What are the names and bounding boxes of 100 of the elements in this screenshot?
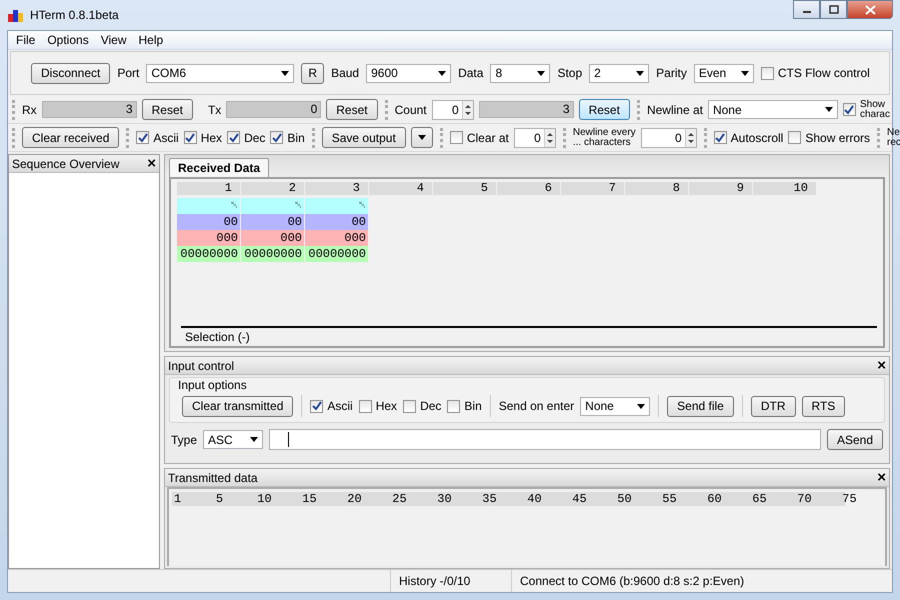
check-icon bbox=[272, 132, 282, 142]
close-icon bbox=[864, 4, 876, 14]
type-dropdown[interactable]: ASC bbox=[203, 430, 264, 449]
rts-button[interactable]: RTS bbox=[802, 396, 846, 416]
checkbox[interactable]: Bin bbox=[447, 399, 482, 413]
reset-button[interactable]: Reset bbox=[578, 99, 630, 120]
count-counter: 3 bbox=[478, 101, 574, 118]
caret-icon bbox=[281, 70, 290, 76]
checkbox[interactable]: Hex bbox=[184, 130, 222, 144]
window-title: HTerm 0.8.1beta bbox=[30, 8, 119, 22]
menu-item[interactable]: Options bbox=[41, 33, 95, 47]
count-label: Count bbox=[394, 102, 427, 116]
data-bits-label: Data bbox=[458, 66, 484, 80]
checkbox[interactable]: Dec bbox=[227, 130, 266, 144]
checkbox[interactable]: Bin bbox=[270, 130, 305, 144]
ruler-mark: 5 bbox=[214, 492, 224, 506]
data-cell: 00000000 bbox=[177, 246, 240, 262]
data-cell: 00 bbox=[305, 214, 368, 230]
data-cell: 00000000 bbox=[241, 246, 304, 262]
baud-dropdown[interactable]: 9600 bbox=[366, 64, 452, 82]
caret-icon bbox=[250, 437, 258, 442]
checkbox[interactable]: Dec bbox=[403, 399, 442, 413]
port-dropdown[interactable]: COM6 bbox=[146, 64, 294, 82]
clear-at-spinbox[interactable]: 0 bbox=[514, 128, 556, 148]
caret-icon bbox=[824, 107, 833, 112]
close-button[interactable]: × bbox=[877, 358, 886, 373]
disconnect-button[interactable]: Disconnect bbox=[31, 62, 110, 84]
panel-title: Transmitted data bbox=[168, 470, 258, 484]
check-icon bbox=[138, 132, 148, 142]
checkbox[interactable]: Clear at bbox=[450, 130, 509, 144]
type-label: Type bbox=[171, 432, 198, 446]
checkbox[interactable]: Hex bbox=[358, 399, 398, 413]
menu-item[interactable]: Help bbox=[132, 33, 170, 47]
column-header: 6 bbox=[497, 182, 560, 195]
column-header: 9 bbox=[689, 182, 752, 195]
save-output-button[interactable]: Save output bbox=[322, 127, 406, 148]
status-text: History -/0/10 bbox=[390, 570, 511, 592]
reset-button[interactable]: Reset bbox=[326, 99, 378, 120]
dtr-button[interactable]: DTR bbox=[750, 396, 796, 416]
ruler-mark: 60 bbox=[706, 492, 723, 506]
caret-icon bbox=[537, 70, 546, 76]
maximize-button[interactable] bbox=[820, 0, 847, 19]
ruler-mark: 10 bbox=[256, 492, 273, 506]
caret-icon bbox=[740, 70, 749, 76]
minimize-button[interactable] bbox=[793, 0, 820, 19]
checkbox[interactable]: Ascii bbox=[310, 399, 353, 413]
ruler-mark: 40 bbox=[526, 492, 543, 506]
data-cell: 00 bbox=[241, 214, 304, 230]
menu-item[interactable]: File bbox=[10, 33, 42, 47]
checkbox[interactable]: Show errors bbox=[788, 130, 870, 144]
newline-every-label: Newline every ... characters bbox=[572, 128, 636, 148]
caret-icon bbox=[636, 70, 644, 76]
ruler-mark: 25 bbox=[391, 492, 408, 506]
selection-label: Selection (-) bbox=[181, 326, 877, 346]
rx-label: Rx bbox=[22, 102, 37, 116]
status-text: Connect to COM6 (b:9600 d:8 s:2 p:Even) bbox=[511, 570, 752, 592]
stop-bits-dropdown[interactable]: 2 bbox=[589, 64, 650, 82]
checkbox[interactable]: Autoscroll bbox=[714, 130, 784, 144]
ruler-mark: 75 bbox=[841, 492, 858, 506]
reset-button[interactable]: Reset bbox=[142, 99, 193, 120]
column-header: 8 bbox=[625, 182, 688, 195]
data-cell: 00 bbox=[177, 214, 240, 230]
check-icon bbox=[228, 132, 239, 142]
newline-every-spinbox[interactable]: 0 bbox=[640, 128, 697, 148]
menu-item[interactable]: View bbox=[94, 33, 132, 47]
ruler-mark: 50 bbox=[616, 492, 633, 506]
refresh-button[interactable]: R bbox=[301, 62, 324, 84]
panel-title: Sequence Overview bbox=[12, 156, 120, 170]
count-spinbox[interactable]: 0 bbox=[432, 100, 474, 120]
newline-dropdown[interactable]: None bbox=[708, 100, 838, 119]
ruler-mark: 20 bbox=[346, 492, 363, 506]
send-input-field[interactable] bbox=[269, 429, 821, 450]
column-header: 3 bbox=[305, 182, 368, 195]
close-button[interactable]: × bbox=[877, 470, 886, 485]
parity-dropdown[interactable]: Even bbox=[694, 64, 754, 82]
send-button[interactable]: ASend bbox=[826, 429, 883, 450]
checkbox[interactable]: Ascii bbox=[136, 130, 179, 144]
data-bits-dropdown[interactable]: 8 bbox=[490, 64, 550, 82]
tx-label: Tx bbox=[208, 102, 222, 116]
column-header: 4 bbox=[369, 182, 432, 195]
port-label: Port bbox=[117, 66, 140, 80]
column-header: 5 bbox=[433, 182, 496, 195]
ruler-mark: 70 bbox=[796, 492, 813, 506]
tab[interactable]: Received Data bbox=[169, 158, 270, 177]
clear-transmitted-button[interactable]: Clear transmitted bbox=[182, 396, 294, 416]
ruler-mark: 65 bbox=[751, 492, 768, 506]
dropdown-button[interactable] bbox=[410, 127, 433, 148]
send-file-button[interactable]: Send file bbox=[667, 396, 734, 416]
close-button[interactable] bbox=[847, 0, 893, 19]
checkbox[interactable]: Show charac bbox=[842, 100, 890, 120]
close-button[interactable]: × bbox=[147, 156, 156, 171]
maximize-icon bbox=[828, 5, 838, 14]
baud-label: Baud bbox=[331, 66, 360, 80]
ruler-mark: 45 bbox=[571, 492, 588, 506]
stop-bits-label: Stop bbox=[557, 66, 582, 80]
data-cell: ␀ bbox=[241, 198, 304, 214]
newline-label: Newline at bbox=[646, 102, 703, 116]
checkbox[interactable]: CTS Flow control bbox=[760, 66, 870, 80]
clear-received-button[interactable]: Clear received bbox=[22, 127, 120, 148]
send-on-enter-dropdown[interactable]: None bbox=[580, 396, 650, 416]
